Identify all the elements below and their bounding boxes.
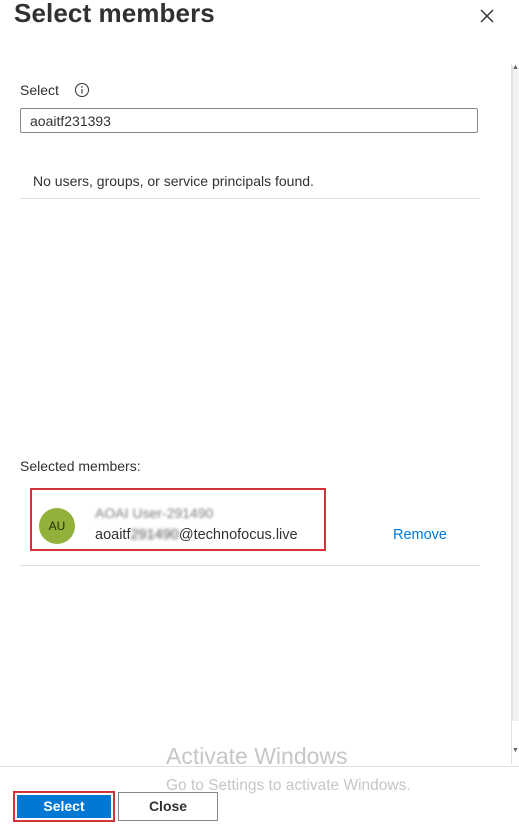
close-button[interactable]: Close	[118, 792, 218, 821]
scrollbar[interactable]: ▲ ▼	[510, 64, 519, 764]
select-button[interactable]: Select	[13, 791, 115, 822]
results-divider	[20, 198, 480, 199]
member-name: AOAI User-291490	[95, 505, 214, 521]
select-button-label: Select	[17, 795, 111, 818]
member-email-redacted: 291490	[130, 527, 179, 543]
footer-divider	[0, 766, 519, 767]
close-icon[interactable]	[476, 5, 498, 27]
panel-title: Select members	[14, 0, 215, 28]
no-results-message: No users, groups, or service principals …	[33, 173, 314, 189]
member-email-domain: @technofocus.live	[178, 527, 298, 543]
scroll-up-icon[interactable]: ▲	[512, 64, 519, 72]
info-icon[interactable]	[74, 82, 90, 98]
select-label: Select	[20, 82, 59, 98]
members-divider	[20, 565, 480, 566]
avatar: AU	[39, 508, 75, 544]
scroll-down-icon[interactable]: ▼	[512, 747, 519, 755]
remove-member-link[interactable]: Remove	[393, 527, 447, 543]
member-email-prefix: aoaitf	[95, 527, 131, 543]
search-input[interactable]	[20, 108, 478, 133]
selected-members-label: Selected members:	[20, 458, 141, 474]
member-email: aoaitf291490@technofocus.live	[95, 527, 298, 543]
scrollbar-thumb[interactable]	[512, 66, 519, 721]
